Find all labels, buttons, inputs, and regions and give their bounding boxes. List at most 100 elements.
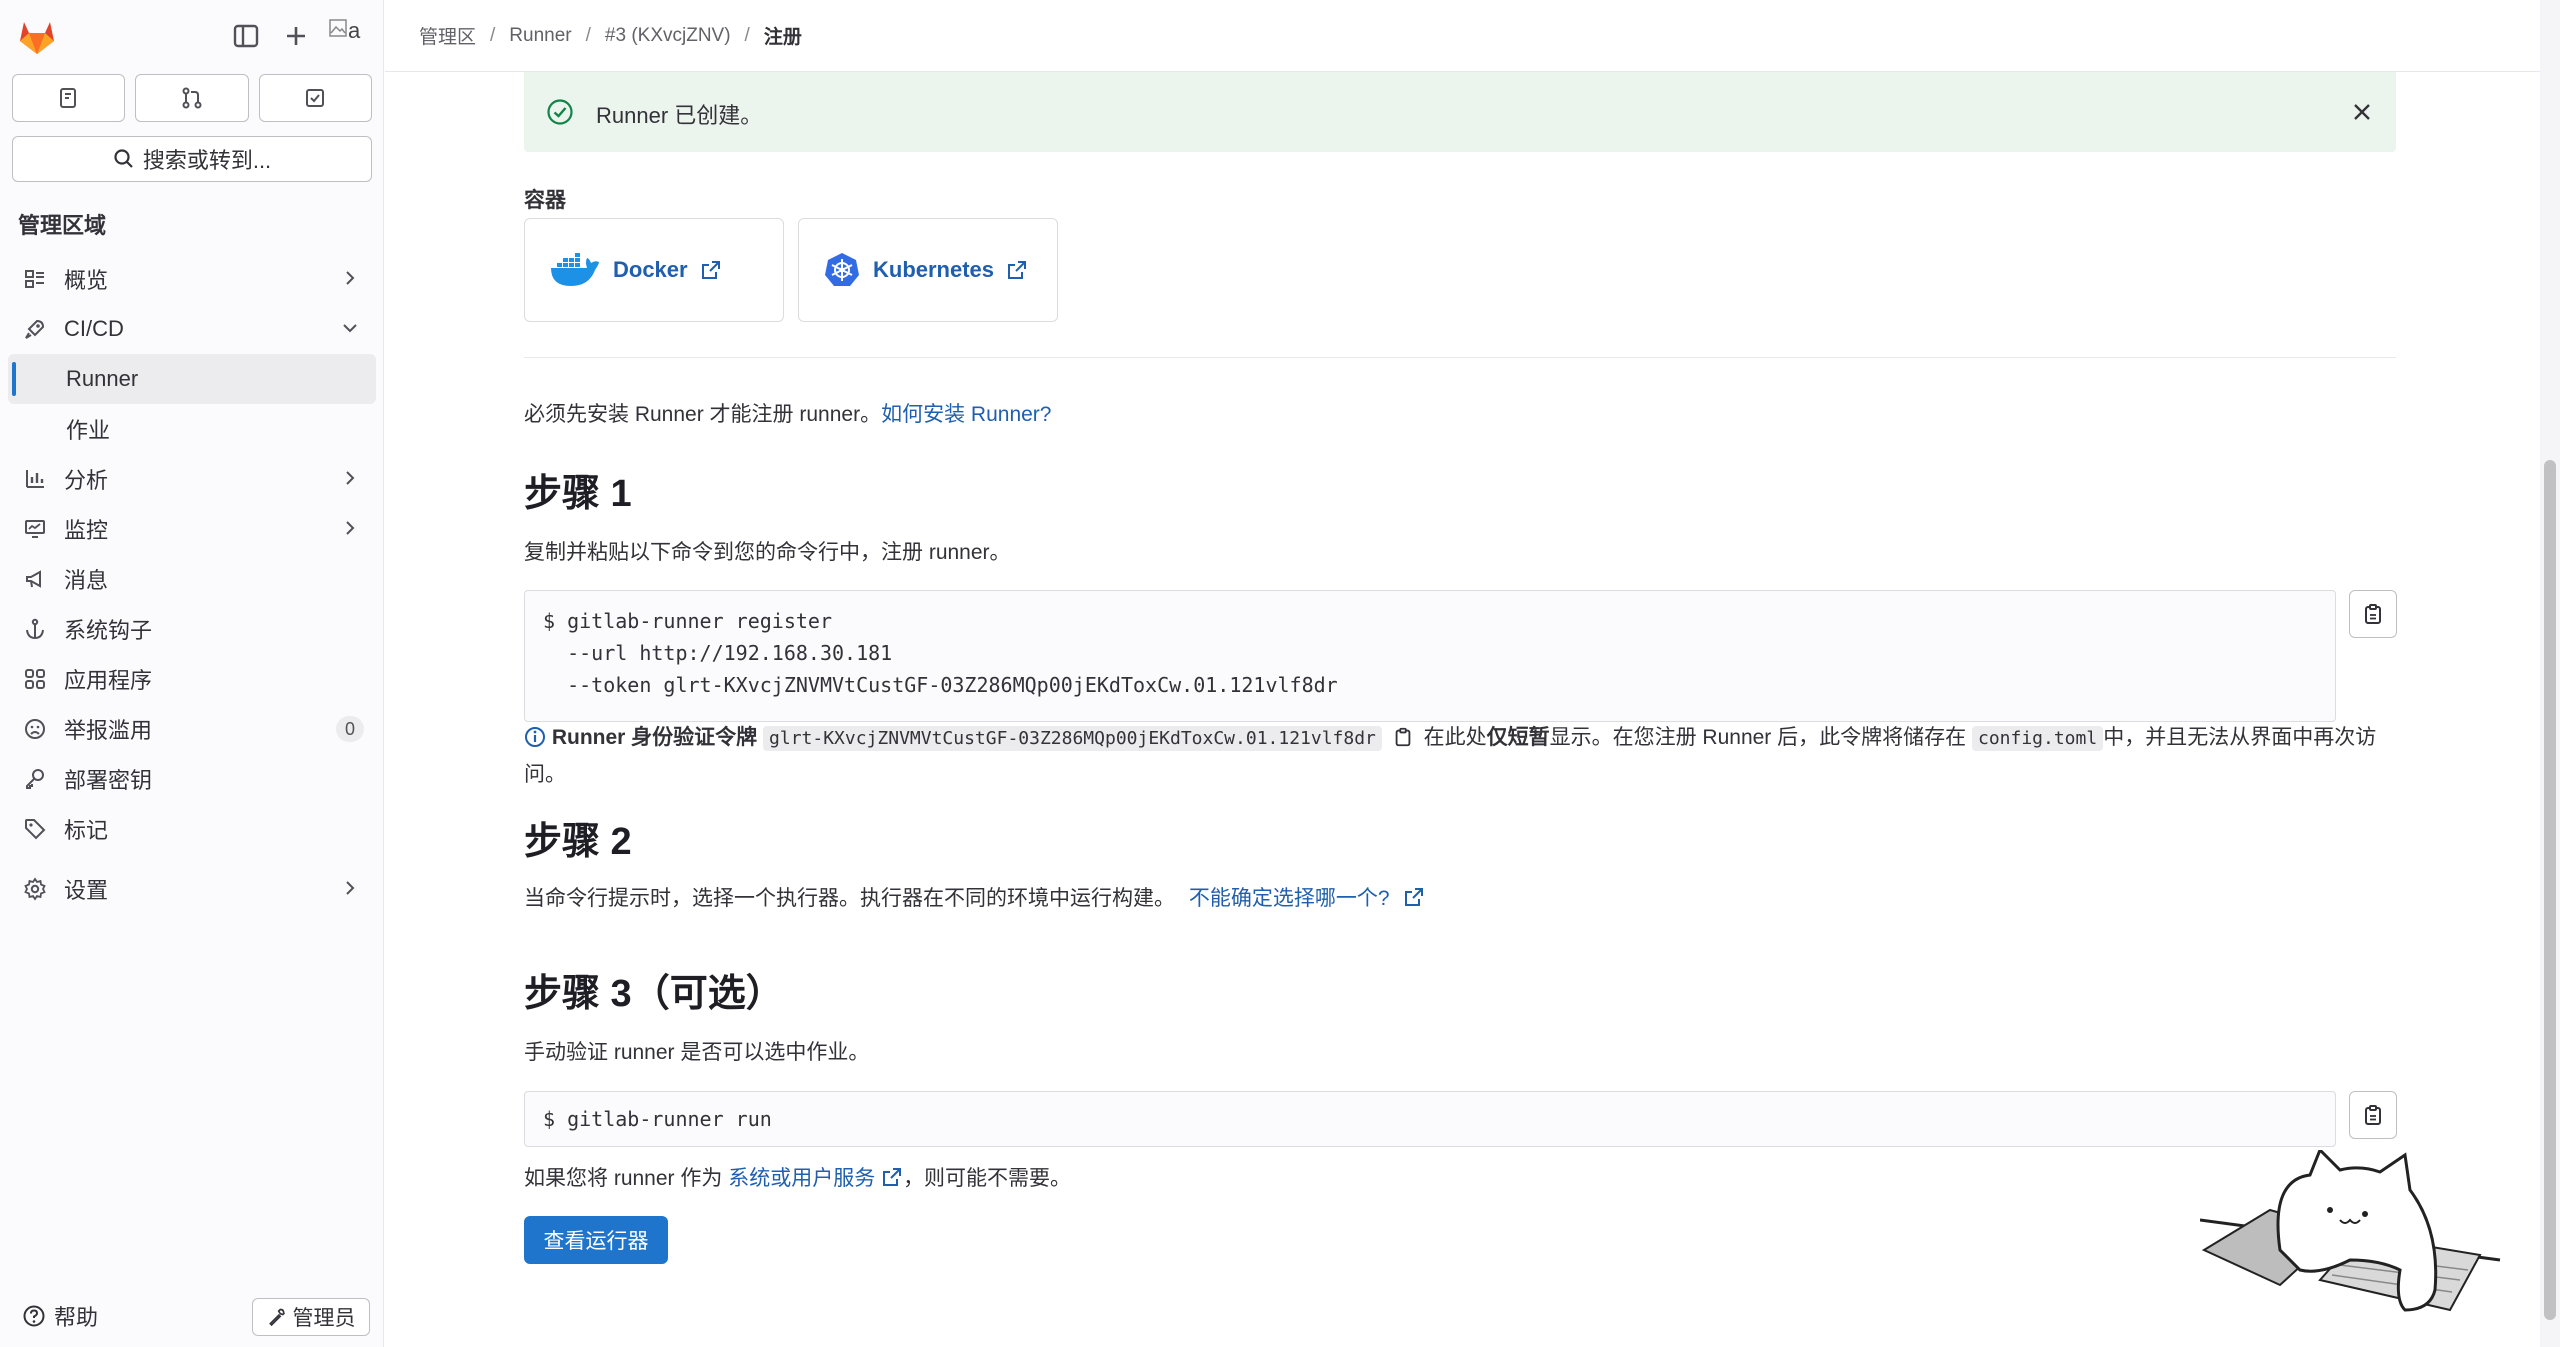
sidebar-item-label: 概览 (64, 268, 109, 293)
breadcrumb: 管理区 / Runner / #3 (KXvcjZNV) / 注册 (385, 0, 2540, 72)
containers-heading: 容器 (524, 189, 566, 212)
sidebar-item-label: 分析 (64, 468, 109, 493)
sidebar-item-overview[interactable]: 概览 (8, 254, 376, 304)
how-to-install-link[interactable]: 如何安装 Runner? (881, 403, 1051, 426)
run-command-code[interactable]: $ gitlab-runner run (524, 1091, 2336, 1147)
broken-image-icon (329, 19, 347, 37)
help-button[interactable]: 帮助 (22, 1300, 98, 1332)
todo-list-button[interactable] (258, 74, 372, 122)
sidebar-item-cicd[interactable]: CI/CD (8, 304, 376, 354)
keyboard-cat-illustration (2200, 1150, 2501, 1312)
chevron-right-icon (346, 271, 355, 285)
docker-link[interactable]: Docker (613, 257, 688, 283)
token-note-bold: 仅短暂 (1486, 726, 1550, 749)
config-file-name: config.toml (1971, 726, 2104, 751)
admin-label: 管理员 (292, 1307, 356, 1330)
sidebar-item-label: 标记 (64, 818, 109, 843)
frown-face-icon (22, 716, 48, 742)
sidebar-item-monitoring[interactable]: 监控 (8, 504, 376, 554)
wrench-icon (268, 1308, 285, 1327)
breadcrumb-item-admin[interactable]: 管理区 (419, 22, 476, 49)
sidebar-item-label: 系统钩子 (64, 618, 153, 643)
gear-icon (22, 876, 48, 902)
merge-request-icon (182, 87, 202, 109)
sidebar-footer: 帮助 管理员 (0, 1296, 384, 1340)
runner-token[interactable]: glrt-KXvcjZNVMVtCustGF-03Z286MQp00jEKdTo… (763, 726, 1382, 751)
plus-icon[interactable] (280, 20, 312, 52)
sidebar-item-abuse-reports[interactable]: 举报滥用 0 (8, 704, 376, 754)
sidebar-item-labels[interactable]: 标记 (8, 804, 376, 854)
service-note-post: ，则可能不需要。 (903, 1167, 1072, 1190)
breadcrumb-separator: / (585, 24, 591, 46)
chevron-right-icon (346, 881, 355, 895)
breadcrumb-item-register: 注册 (763, 27, 802, 48)
view-runners-button[interactable]: 查看运行器 (524, 1216, 668, 1264)
gitlab-logo-icon[interactable] (16, 16, 58, 56)
choose-executor-link[interactable]: 不能确定选择哪一个? (1189, 887, 1390, 910)
chevron-right-icon (346, 521, 355, 535)
sidebar-item-system-hooks[interactable]: 系统钩子 (8, 604, 376, 654)
sidebar-item-jobs[interactable]: 作业 (8, 404, 376, 454)
step1-description: 复制并粘贴以下命令到您的命令行中，注册 runner。 (524, 541, 1011, 564)
help-icon (23, 1305, 45, 1327)
apps-icon (22, 666, 48, 692)
issues-icon (59, 88, 76, 108)
scrollbar-thumb[interactable] (2544, 460, 2556, 1320)
step2-text: 当命令行提示时，选择一个执行器。执行器在不同的环境中运行构建。 (524, 887, 1175, 910)
monitor-icon (22, 516, 48, 542)
search-button[interactable]: 搜索或转到... (12, 136, 372, 182)
quick-actions (12, 74, 372, 122)
kubernetes-link[interactable]: Kubernetes (873, 257, 994, 283)
assigned-issues-button[interactable] (12, 74, 126, 122)
sidebar-item-settings[interactable]: 设置 (8, 864, 376, 914)
step2-description: 当命令行提示时，选择一个执行器。执行器在不同的环境中运行构建。 不能确定选择哪一… (524, 882, 1425, 912)
sidebar-item-label: Runner (66, 366, 139, 391)
service-note: 如果您将 runner 作为 系统或用户服务 ，则可能不需要。 (524, 1162, 1071, 1192)
rocket-icon (22, 316, 48, 342)
service-link[interactable]: 系统或用户服务 (728, 1167, 875, 1190)
sidebar-item-label: CI/CD (64, 316, 124, 341)
step2-title: 步骤 2 (524, 821, 632, 863)
breadcrumb-separator: / (490, 24, 496, 46)
sidebar-item-label: 举报滥用 (64, 718, 153, 743)
sidebar-item-label: 设置 (64, 878, 109, 903)
avatar-alt-text: a (348, 18, 361, 43)
sidebar-item-label: 消息 (64, 568, 109, 593)
label-tag-icon (22, 816, 48, 842)
breadcrumb-item-runner[interactable]: Runner (509, 25, 571, 47)
sidebar-item-label: 监控 (64, 518, 109, 543)
sidebar-item-runner[interactable]: Runner (8, 354, 376, 404)
admin-button[interactable]: 管理员 (252, 1298, 370, 1336)
sidebar-toggle-icon[interactable] (230, 20, 262, 52)
sidebar-item-applications[interactable]: 应用程序 (8, 654, 376, 704)
user-avatar[interactable]: a (328, 18, 366, 54)
anchor-icon (22, 616, 48, 642)
token-note-pre: 在此处 (1423, 726, 1487, 749)
external-link-icon (1405, 888, 1424, 906)
sidebar-item-label: 应用程序 (64, 668, 153, 693)
alert-text: Runner 已创建。 (596, 103, 763, 128)
close-icon[interactable] (2350, 100, 2374, 124)
merge-requests-button[interactable] (135, 74, 249, 122)
docker-logo-icon (551, 253, 599, 286)
copy-run-command-button[interactable] (2349, 1091, 2397, 1139)
sidebar-item-deploy-keys[interactable]: 部署密钥 (8, 754, 376, 804)
admin-area-title: 管理区域 (18, 213, 107, 238)
sidebar-item-label: 作业 (66, 418, 111, 443)
clipboard-icon (2365, 604, 2381, 624)
clipboard-icon (2365, 1105, 2381, 1125)
copy-register-command-button[interactable] (2349, 590, 2397, 638)
docker-card[interactable]: Docker (524, 218, 784, 322)
register-command-code[interactable]: $ gitlab-runner register --url http://19… (524, 590, 2336, 722)
chart-icon (22, 466, 48, 492)
breadcrumb-item-runner-id[interactable]: #3 (KXvcjZNV) (605, 25, 731, 47)
copy-token-icon[interactable] (1392, 726, 1414, 748)
sidebar-item-label: 部署密钥 (64, 768, 153, 793)
kubernetes-logo-icon (825, 253, 859, 286)
sidebar-item-analytics[interactable]: 分析 (8, 454, 376, 504)
kubernetes-card[interactable]: Kubernetes (798, 218, 1058, 322)
sidebar-item-messages[interactable]: 消息 (8, 554, 376, 604)
install-intro: 必须先安装 Runner 才能注册 runner。如何安装 Runner? (524, 398, 1051, 428)
search-icon (114, 149, 133, 168)
search-label: 搜索或转到... (142, 148, 272, 173)
